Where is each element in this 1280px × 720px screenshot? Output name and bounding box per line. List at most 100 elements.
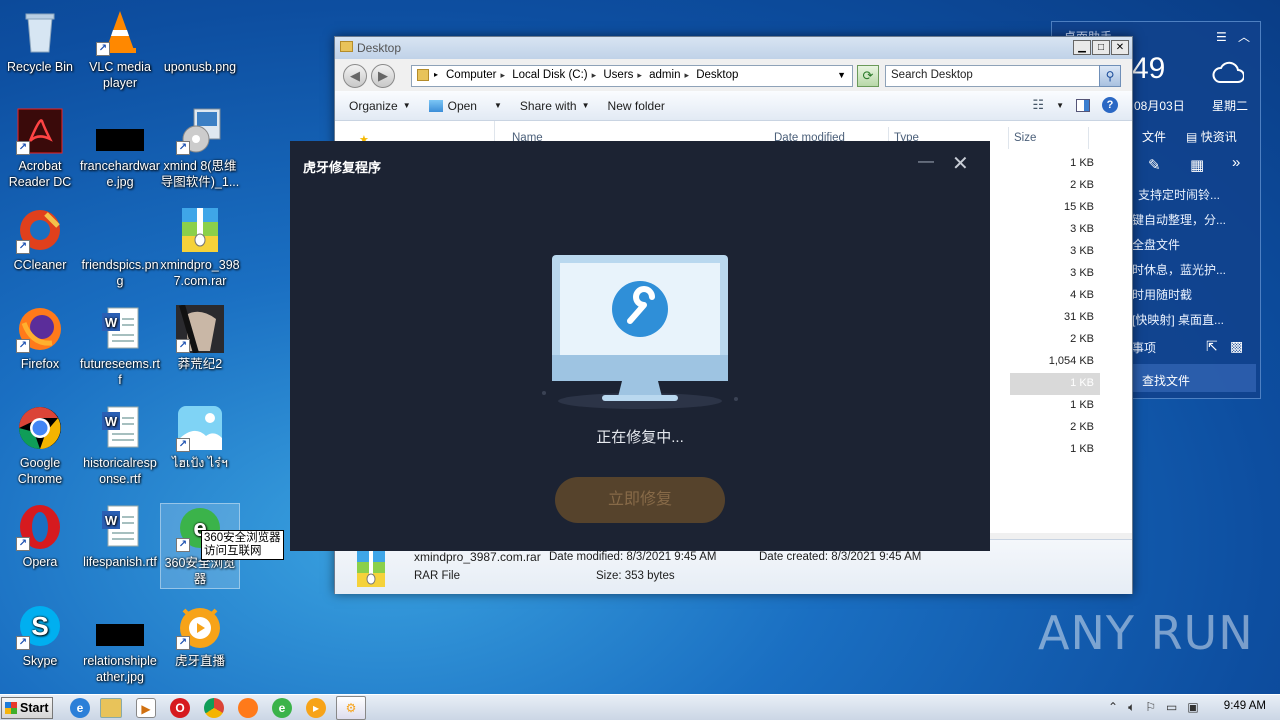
file-size-cell[interactable]: 1 KB	[1010, 439, 1100, 461]
edit-icon[interactable]: ✎	[1148, 156, 1161, 174]
show-hidden-icons-icon[interactable]: ⌃	[1108, 700, 1118, 715]
forward-button[interactable]: ▶	[371, 64, 395, 88]
file-size-cell[interactable]: 1,054 KB	[1010, 351, 1100, 373]
gadget-item[interactable]: 时休息，蓝光护...	[1132, 261, 1226, 278]
desktop-icon-thai-photo[interactable]: ↗ ไฮเป้ง ไร๋ฯ	[160, 404, 240, 471]
desktop-icon-chrome[interactable]: Google Chrome	[0, 404, 80, 487]
gadget-item[interactable]: 支持定时闹铃...	[1138, 186, 1220, 203]
file-size-cell[interactable]: 15 KB	[1010, 197, 1100, 219]
organize-button[interactable]: Organize ▼	[349, 99, 411, 113]
collapse-icon[interactable]: ︿	[1238, 28, 1250, 45]
breadcrumb-local-disk[interactable]: Local Disk (C:)	[512, 69, 587, 81]
gadget-item[interactable]: 时用随时截	[1132, 286, 1192, 303]
desktop-icon-lifespanish[interactable]: W lifespanish.rtf	[80, 503, 160, 570]
desktop-icon-francehardware[interactable]: francehardware.jpg	[80, 107, 160, 190]
file-size-cell[interactable]: 4 KB	[1010, 285, 1100, 307]
tab-file[interactable]: 文件	[1142, 128, 1166, 145]
tab-news[interactable]: ▤ 快资讯	[1186, 128, 1237, 145]
repair-dialog[interactable]: 虎牙修复程序 — ✕ 正在修复中... 立即修复	[290, 141, 990, 551]
new-folder-button[interactable]: New folder	[608, 99, 665, 113]
minimize-button[interactable]: ▁	[1073, 40, 1091, 55]
breadcrumb-admin[interactable]: admin	[649, 69, 680, 81]
svg-text:W: W	[105, 315, 118, 330]
desktop-icon-opera[interactable]: ↗ Opera	[0, 503, 80, 570]
file-size-cell[interactable]: 2 KB	[1010, 175, 1100, 197]
desktop-icon-xmindpro[interactable]: xmindpro_3987.com.rar	[160, 206, 240, 289]
desktop-icon-manghuang[interactable]: ↗ 莽荒纪2	[160, 304, 240, 372]
firefox-taskbar-icon[interactable]	[238, 698, 258, 718]
file-size-cell[interactable]: 3 KB	[1010, 263, 1100, 285]
gadget-item[interactable]: [快映射] 桌面直...	[1132, 311, 1224, 328]
start-button[interactable]: Start	[1, 697, 53, 719]
desktop-icon-futureseems[interactable]: W futureseems.rtf	[80, 305, 160, 388]
gadget-item[interactable]: 全盘文件	[1132, 236, 1180, 253]
file-explorer-icon[interactable]	[100, 698, 122, 718]
repair-now-button[interactable]: 立即修复	[555, 477, 725, 523]
gadget-item[interactable]: 键自动整理，分...	[1132, 211, 1226, 228]
desktop-icon-skype[interactable]: S ↗ Skype	[0, 602, 80, 669]
app-tray-icon[interactable]: ▣	[1187, 700, 1198, 715]
desktop-icon-historicalresponse[interactable]: W historicalresponse.rtf	[80, 404, 160, 487]
action-center-flag-icon[interactable]: ⚐	[1145, 700, 1156, 715]
maximize-button[interactable]: □	[1092, 40, 1110, 55]
find-file-button[interactable]: 查找文件	[1132, 364, 1256, 392]
view-options-icon[interactable]: ☷	[1032, 97, 1044, 113]
huya-taskbar-icon[interactable]: ▸	[306, 698, 326, 718]
column-header-size[interactable]: Size	[1009, 127, 1089, 149]
search-input[interactable]: Search Desktop ⚲	[885, 65, 1121, 87]
open-button[interactable]: Open ▼	[428, 99, 502, 113]
minimize-icon[interactable]: —	[918, 153, 934, 171]
menu-icon[interactable]: ☰	[1216, 30, 1227, 44]
close-icon[interactable]: ✕	[952, 151, 969, 176]
file-size-cell[interactable]: 3 KB	[1010, 219, 1100, 241]
search-icon[interactable]: ⚲	[1099, 65, 1121, 87]
desktop-icon-ccleaner[interactable]: ↗ CCleaner	[0, 206, 80, 273]
explorer-titlebar[interactable]: Desktop ▁ □ ✕	[335, 37, 1132, 59]
desktop-icon-friendspics[interactable]: friendspics.png	[80, 206, 160, 289]
share-icon[interactable]: ⇱	[1206, 338, 1218, 355]
preview-pane-icon[interactable]	[1076, 98, 1090, 112]
chevron-down-icon[interactable]: ▼	[494, 101, 502, 110]
volume-icon[interactable]: 🔈︎	[1128, 700, 1135, 715]
calendar-icon[interactable]: ▦	[1190, 156, 1204, 174]
file-size-cell[interactable]: 3 KB	[1010, 241, 1100, 263]
address-bar[interactable]: ▸ Computer ▸ Local Disk (C:) ▸ Users ▸ admi…	[411, 65, 853, 87]
gadget-item[interactable]: 事项	[1132, 339, 1156, 356]
desktop-icon-uponusb[interactable]: uponusb.png	[160, 8, 240, 75]
desktop-icon-vlc[interactable]: ↗ VLC media player	[80, 8, 160, 91]
chevron-down-icon[interactable]: ▼	[1056, 101, 1064, 110]
qr-code-icon[interactable]: ▩	[1230, 338, 1243, 355]
shortcut-arrow-icon: ↗	[16, 339, 30, 353]
address-dropdown-icon[interactable]: ▼	[837, 70, 846, 80]
file-size-cell[interactable]: 2 KB	[1010, 417, 1100, 439]
file-size-cell-selected[interactable]: 1 KB	[1010, 373, 1100, 395]
breadcrumb-desktop[interactable]: Desktop	[696, 69, 738, 81]
breadcrumb-users[interactable]: Users	[603, 69, 633, 81]
browser-360-taskbar-icon[interactable]: e	[272, 698, 292, 718]
media-player-icon[interactable]: ▶	[136, 698, 156, 718]
internet-explorer-icon[interactable]: e	[70, 698, 90, 718]
huya-repair-taskbar-icon[interactable]: ⚙	[336, 696, 366, 720]
network-icon[interactable]: ▭	[1166, 700, 1177, 715]
desktop-icon-huya[interactable]: ↗ 虎牙直播	[160, 602, 240, 669]
file-size-cell[interactable]: 1 KB	[1010, 395, 1100, 417]
file-size-cell[interactable]: 31 KB	[1010, 307, 1100, 329]
address-row: ◀ ▶ ▸ Computer ▸ Local Disk (C:) ▸ Users ▸ …	[335, 59, 1132, 91]
help-icon[interactable]: ?	[1102, 97, 1118, 113]
clock[interactable]: 9:49 AM	[1224, 700, 1266, 712]
back-button[interactable]: ◀	[343, 64, 367, 88]
desktop-icon-acrobat[interactable]: ↗ Acrobat Reader DC	[0, 107, 80, 190]
desktop-icon-xmind8[interactable]: ↗ xmind 8(思维导图软件)_1...	[160, 107, 240, 190]
chrome-taskbar-icon[interactable]	[204, 698, 224, 718]
more-icon[interactable]: »	[1232, 154, 1240, 171]
share-with-button[interactable]: Share with ▼	[520, 99, 590, 113]
file-size-cell[interactable]: 1 KB	[1010, 153, 1100, 175]
desktop-icon-relationshipleather[interactable]: relationshipleather.jpg	[80, 602, 160, 685]
desktop-icon-firefox[interactable]: ↗ Firefox	[0, 305, 80, 372]
close-button[interactable]: ✕	[1111, 40, 1129, 55]
opera-taskbar-icon[interactable]: O	[170, 698, 190, 718]
desktop-icon-recycle-bin[interactable]: Recycle Bin	[0, 8, 80, 75]
refresh-button[interactable]: ⟳	[857, 65, 879, 87]
file-size-cell[interactable]: 2 KB	[1010, 329, 1100, 351]
breadcrumb-computer[interactable]: Computer	[446, 69, 497, 81]
